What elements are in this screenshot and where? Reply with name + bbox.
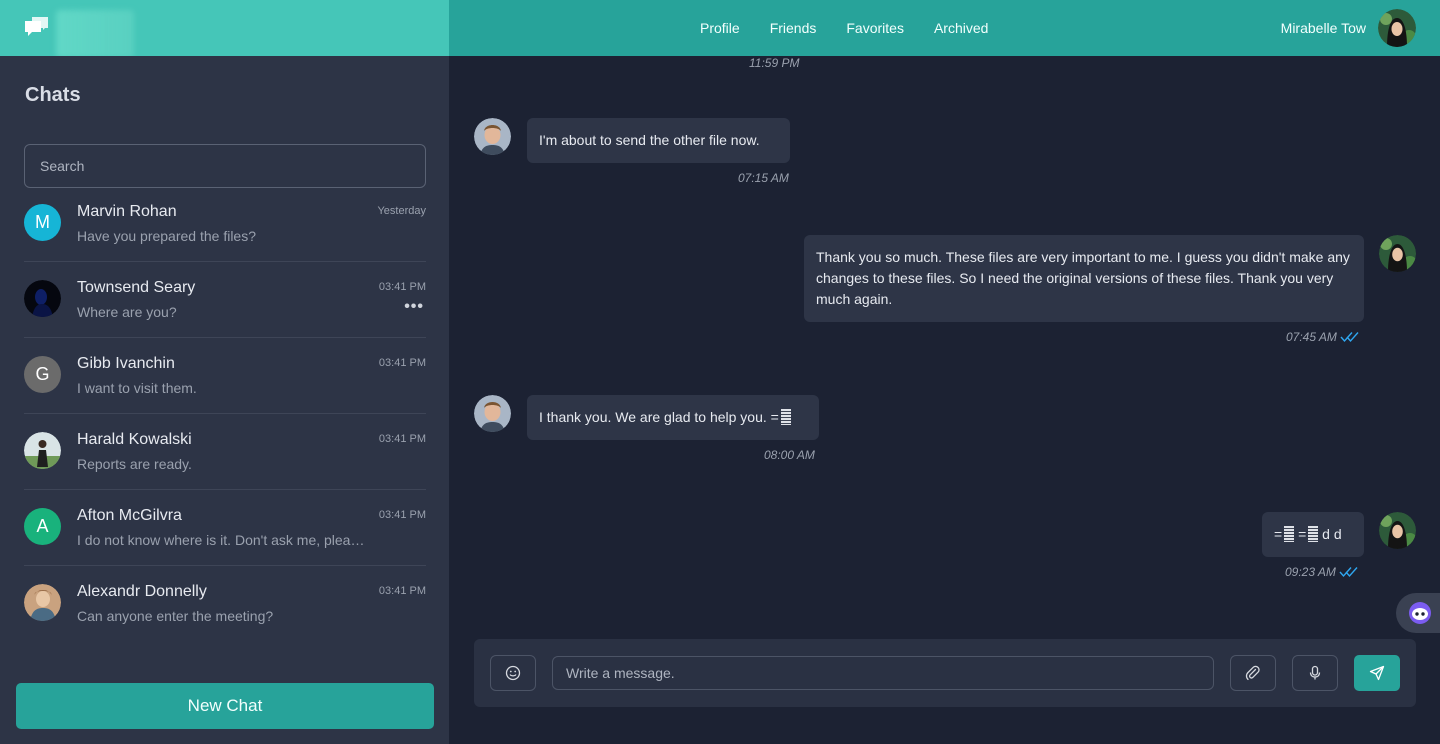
emoji-glyph: [780, 409, 791, 425]
nav-archived[interactable]: Archived: [934, 20, 988, 36]
message-text: =: [1294, 526, 1307, 542]
chat-item-alexandr-donnelly[interactable]: Alexandr Donnelly 03:41 PM Can anyone en…: [24, 566, 426, 636]
chat-time: 03:41 PM: [378, 585, 426, 597]
send-button[interactable]: [1354, 655, 1400, 691]
message-bubble-incoming: I'm about to send the other file now.: [527, 118, 790, 163]
message-time: 07:15 AM: [738, 171, 789, 185]
voice-button[interactable]: [1292, 655, 1338, 691]
emoji-button[interactable]: [490, 655, 536, 691]
chat-name: Harald Kowalski: [77, 431, 192, 448]
chat-last-message: Where are you?: [77, 304, 177, 320]
main-nav: Profile Friends Favorites Archived: [700, 0, 988, 56]
chat-item-gibb-ivanchin[interactable]: G Gibb Ivanchin 03:41 PM I want to visit…: [24, 338, 426, 414]
chat-name: Marvin Rohan: [77, 203, 177, 220]
emoji-glyph: [1308, 526, 1319, 542]
message-text: I thank you. We are glad to help you. =: [539, 409, 779, 425]
chat-last-message: I do not know where is it. Don't ask me,…: [77, 532, 367, 548]
message-bubble-incoming: I thank you. We are glad to help you. =: [527, 395, 819, 440]
avatar: M: [24, 204, 61, 241]
message-time-label: 08:00 AM: [764, 448, 815, 462]
microphone-icon: [1309, 665, 1321, 680]
chat-time: 03:41 PM: [378, 433, 426, 445]
conversation-panel: 11:59 PM I'm about to send the other fil…: [449, 56, 1440, 744]
chat-last-message: Reports are ready.: [77, 456, 192, 472]
read-receipt-icon: [1339, 567, 1358, 578]
user-avatar[interactable]: [1378, 9, 1416, 47]
message-time: 07:45 AM: [1286, 330, 1360, 344]
chat-item-marvin-rohan[interactable]: M Marvin Rohan Yesterday Have you prepar…: [24, 198, 426, 262]
new-chat-button[interactable]: New Chat: [16, 683, 434, 729]
chat-last-message: I want to visit them.: [77, 380, 197, 396]
bot-icon: [1409, 602, 1431, 624]
chat-time: 03:41 PM: [378, 509, 426, 521]
contact-avatar: [474, 118, 511, 155]
brand-name-blurred: [56, 10, 134, 58]
read-receipt-icon: [1340, 332, 1359, 343]
avatar: G: [24, 356, 61, 393]
chat-name: Gibb Ivanchin: [77, 355, 175, 372]
user-menu[interactable]: Mirabelle Tow: [1281, 8, 1416, 48]
nav-friends[interactable]: Friends: [770, 20, 817, 36]
chat-name: Alexandr Donnelly: [77, 583, 207, 600]
chat-time: Yesterday: [377, 205, 426, 217]
message-bubble-outgoing: = = d d: [1262, 512, 1364, 557]
chat-item-townsend-seary[interactable]: Townsend Seary 03:41 PM Where are you? •…: [24, 262, 426, 338]
user-message-avatar: [1379, 512, 1416, 549]
chat-list[interactable]: M Marvin Rohan Yesterday Have you prepar…: [24, 198, 426, 636]
message-text: d d: [1318, 526, 1342, 542]
chat-item-harald-kowalski[interactable]: Harald Kowalski 03:41 PM Reports are rea…: [24, 414, 426, 490]
user-message-avatar: [1379, 235, 1416, 272]
top-bar: Profile Friends Favorites Archived Mirab…: [0, 0, 1440, 58]
chat-name: Townsend Seary: [77, 279, 196, 296]
chat-time: 03:41 PM: [378, 281, 426, 293]
sidebar: Chats M Marvin Rohan Yesterday Have you …: [0, 56, 449, 744]
message-time-label: 09:23 AM: [1285, 565, 1336, 579]
more-options-icon[interactable]: •••: [404, 298, 424, 316]
contact-avatar: [474, 395, 511, 432]
nav-favorites[interactable]: Favorites: [846, 20, 904, 36]
sidebar-title: Chats: [25, 84, 81, 106]
avatar: [24, 584, 61, 621]
emoji-glyph: [1284, 526, 1295, 542]
message-time-label: 07:45 AM: [1286, 330, 1337, 344]
message-composer: [474, 639, 1416, 707]
avatar: [24, 432, 61, 469]
avatar: A: [24, 508, 61, 545]
message-bubble-outgoing: Thank you so much. These files are very …: [804, 235, 1364, 322]
chat-item-afton-mcgilvra[interactable]: A Afton McGilvra 03:41 PM I do not know …: [24, 490, 426, 566]
chat-name: Afton McGilvra: [77, 507, 182, 524]
chat-time: 03:41 PM: [378, 357, 426, 369]
nav-profile[interactable]: Profile: [700, 20, 740, 36]
message-time: 09:23 AM: [1285, 565, 1359, 579]
message-input[interactable]: [552, 656, 1214, 690]
send-icon: [1369, 665, 1385, 681]
brand-area: [0, 0, 449, 58]
message-time: 11:59 PM: [749, 56, 800, 70]
message-time-label: 07:15 AM: [738, 171, 789, 185]
chat-last-message: Have you prepared the files?: [77, 228, 256, 244]
attach-button[interactable]: [1230, 655, 1276, 691]
user-name: Mirabelle Tow: [1280, 20, 1366, 36]
chat-last-message: Can anyone enter the meeting?: [77, 608, 274, 624]
message-text: =: [1274, 526, 1283, 542]
avatar: [24, 280, 61, 317]
smile-icon: [505, 665, 521, 681]
chatbot-widget-button[interactable]: [1396, 593, 1440, 633]
paperclip-icon: [1245, 665, 1260, 681]
chat-logo-icon[interactable]: [24, 15, 50, 39]
message-time: 08:00 AM: [764, 448, 815, 462]
search-input[interactable]: [24, 144, 426, 188]
